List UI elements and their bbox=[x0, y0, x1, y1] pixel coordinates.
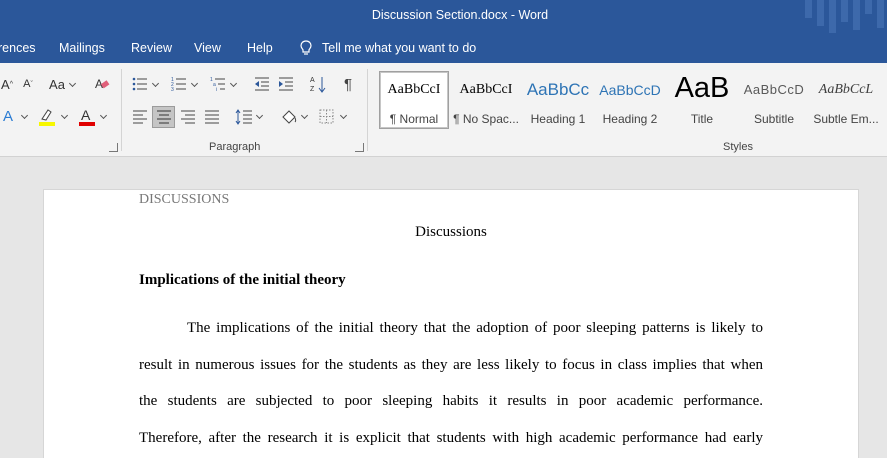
style-name: Heading 2 bbox=[602, 112, 658, 126]
svg-text:A: A bbox=[310, 77, 315, 84]
align-center-icon[interactable] bbox=[152, 106, 175, 128]
paragraph-group-label: Paragraph bbox=[209, 141, 261, 153]
sort-icon[interactable]: AZ bbox=[310, 75, 326, 93]
style-preview: AaBbCcD bbox=[599, 82, 661, 98]
clear-formatting-icon[interactable]: A bbox=[94, 75, 110, 93]
style-subtle-emphasis[interactable]: AaBbCcL Subtle Em... bbox=[811, 71, 881, 129]
divider bbox=[367, 69, 368, 151]
tab-review[interactable]: Review bbox=[131, 41, 172, 55]
style-name: Subtle Em... bbox=[813, 112, 879, 126]
align-left-icon[interactable] bbox=[132, 109, 148, 125]
style-title[interactable]: AaB Title bbox=[667, 71, 737, 129]
styles-group-label: Styles bbox=[723, 141, 753, 153]
paragraph-line: the students are subjected to poor sleep… bbox=[139, 393, 763, 409]
section-heading: Implications of the initial theory bbox=[139, 272, 346, 288]
svg-text:A: A bbox=[81, 107, 91, 123]
borders-icon[interactable] bbox=[319, 109, 334, 124]
tab-mailings[interactable]: Mailings bbox=[59, 41, 105, 55]
title-bar: Discussion Section.docx - Word bbox=[0, 0, 887, 33]
style-name: Subtitle bbox=[753, 112, 795, 126]
style-heading-2[interactable]: AaBbCcD Heading 2 bbox=[595, 71, 665, 129]
style-heading-1[interactable]: AaBbCc Heading 1 bbox=[523, 71, 593, 129]
font-color-icon[interactable]: A bbox=[78, 107, 96, 127]
chevron-down-icon[interactable] bbox=[68, 79, 77, 88]
style-preview: AaBbCcI bbox=[459, 82, 513, 97]
chevron-down-icon[interactable] bbox=[229, 79, 238, 88]
style-no-spacing[interactable]: AaBbCcI ¶ No Spac... bbox=[451, 71, 521, 129]
style-preview: AaBbCcD bbox=[743, 82, 805, 97]
ribbon-tabs: rences Mailings Review View Help Tell me… bbox=[0, 33, 887, 63]
multilevel-list-icon[interactable]: 1ai bbox=[210, 76, 226, 92]
style-name: Heading 1 bbox=[530, 112, 586, 126]
style-preview: AaBbCcI bbox=[387, 82, 441, 97]
running-head: DISCUSSIONS bbox=[139, 192, 230, 207]
font-dialog-launcher[interactable] bbox=[109, 143, 118, 152]
tab-references[interactable]: rences bbox=[0, 41, 36, 55]
document-area: DISCUSSIONS Discussions Implications of … bbox=[0, 157, 887, 458]
style-name: ¶ No Spac... bbox=[453, 112, 519, 126]
show-formatting-marks-icon[interactable]: ¶ bbox=[341, 75, 355, 93]
divider bbox=[121, 69, 122, 151]
grow-font-button[interactable]: A ^ bbox=[0, 75, 14, 93]
increase-indent-icon[interactable] bbox=[278, 76, 294, 92]
style-subtitle[interactable]: AaBbCcD Subtitle bbox=[739, 71, 809, 129]
paragraph-dialog-launcher[interactable] bbox=[355, 143, 364, 152]
style-preview: AaB bbox=[674, 72, 730, 104]
justify-icon[interactable] bbox=[204, 109, 220, 125]
chevron-down-icon[interactable] bbox=[190, 79, 199, 88]
chevron-down-icon[interactable] bbox=[255, 111, 264, 120]
svg-text:i: i bbox=[216, 87, 217, 92]
chevron-down-icon[interactable] bbox=[339, 111, 348, 120]
decrease-indent-icon[interactable] bbox=[254, 76, 270, 92]
chevron-down-icon[interactable] bbox=[151, 79, 160, 88]
svg-text:3: 3 bbox=[171, 87, 174, 92]
window-title: Discussion Section.docx - Word bbox=[371, 8, 549, 22]
document-title: Discussions bbox=[415, 224, 487, 240]
change-case-button[interactable]: Aa bbox=[47, 75, 67, 93]
chevron-down-icon[interactable] bbox=[60, 111, 69, 120]
ribbon: A ^ Aˇ Aa A A A 123 1ai A Z ¶ Paragraph … bbox=[0, 63, 887, 157]
shading-icon[interactable] bbox=[280, 108, 298, 126]
document-page[interactable]: DISCUSSIONS Discussions Implications of … bbox=[44, 190, 858, 458]
text-effects-icon[interactable]: A bbox=[0, 107, 16, 125]
chevron-down-icon[interactable] bbox=[300, 111, 309, 120]
tab-view[interactable]: View bbox=[194, 41, 221, 55]
style-preview: AaBbCcL bbox=[818, 82, 874, 97]
paragraph-line: The implications of the initial theory t… bbox=[187, 320, 763, 336]
shrink-font-button[interactable]: Aˇ bbox=[20, 75, 36, 93]
align-right-icon[interactable] bbox=[180, 109, 196, 125]
svg-text:Z: Z bbox=[310, 86, 315, 93]
tell-me-box[interactable]: Tell me what you want to do bbox=[300, 39, 476, 57]
paragraph-line: Therefore, after the research it is expl… bbox=[139, 430, 763, 446]
numbering-icon[interactable]: 123 bbox=[171, 76, 187, 92]
bullets-icon[interactable] bbox=[132, 76, 148, 92]
style-normal[interactable]: AaBbCcI ¶ Normal bbox=[379, 71, 449, 129]
highlight-color-icon[interactable] bbox=[38, 107, 56, 127]
style-name: ¶ Normal bbox=[389, 112, 439, 126]
tab-help[interactable]: Help bbox=[247, 41, 273, 55]
line-spacing-icon[interactable] bbox=[235, 108, 253, 126]
style-name: Title bbox=[690, 112, 714, 126]
chevron-down-icon[interactable] bbox=[99, 111, 108, 120]
styles-gallery: AaBbCcI ¶ Normal AaBbCcI ¶ No Spac... Aa… bbox=[377, 69, 887, 133]
chevron-down-icon[interactable] bbox=[20, 111, 29, 120]
tell-me-text: Tell me what you want to do bbox=[322, 41, 477, 55]
title-bar-decoration bbox=[797, 0, 887, 33]
style-preview: AaBbCc bbox=[526, 80, 590, 99]
paragraph-line: result in numerous issues for the studen… bbox=[139, 357, 763, 373]
lightbulb-icon bbox=[300, 40, 312, 55]
